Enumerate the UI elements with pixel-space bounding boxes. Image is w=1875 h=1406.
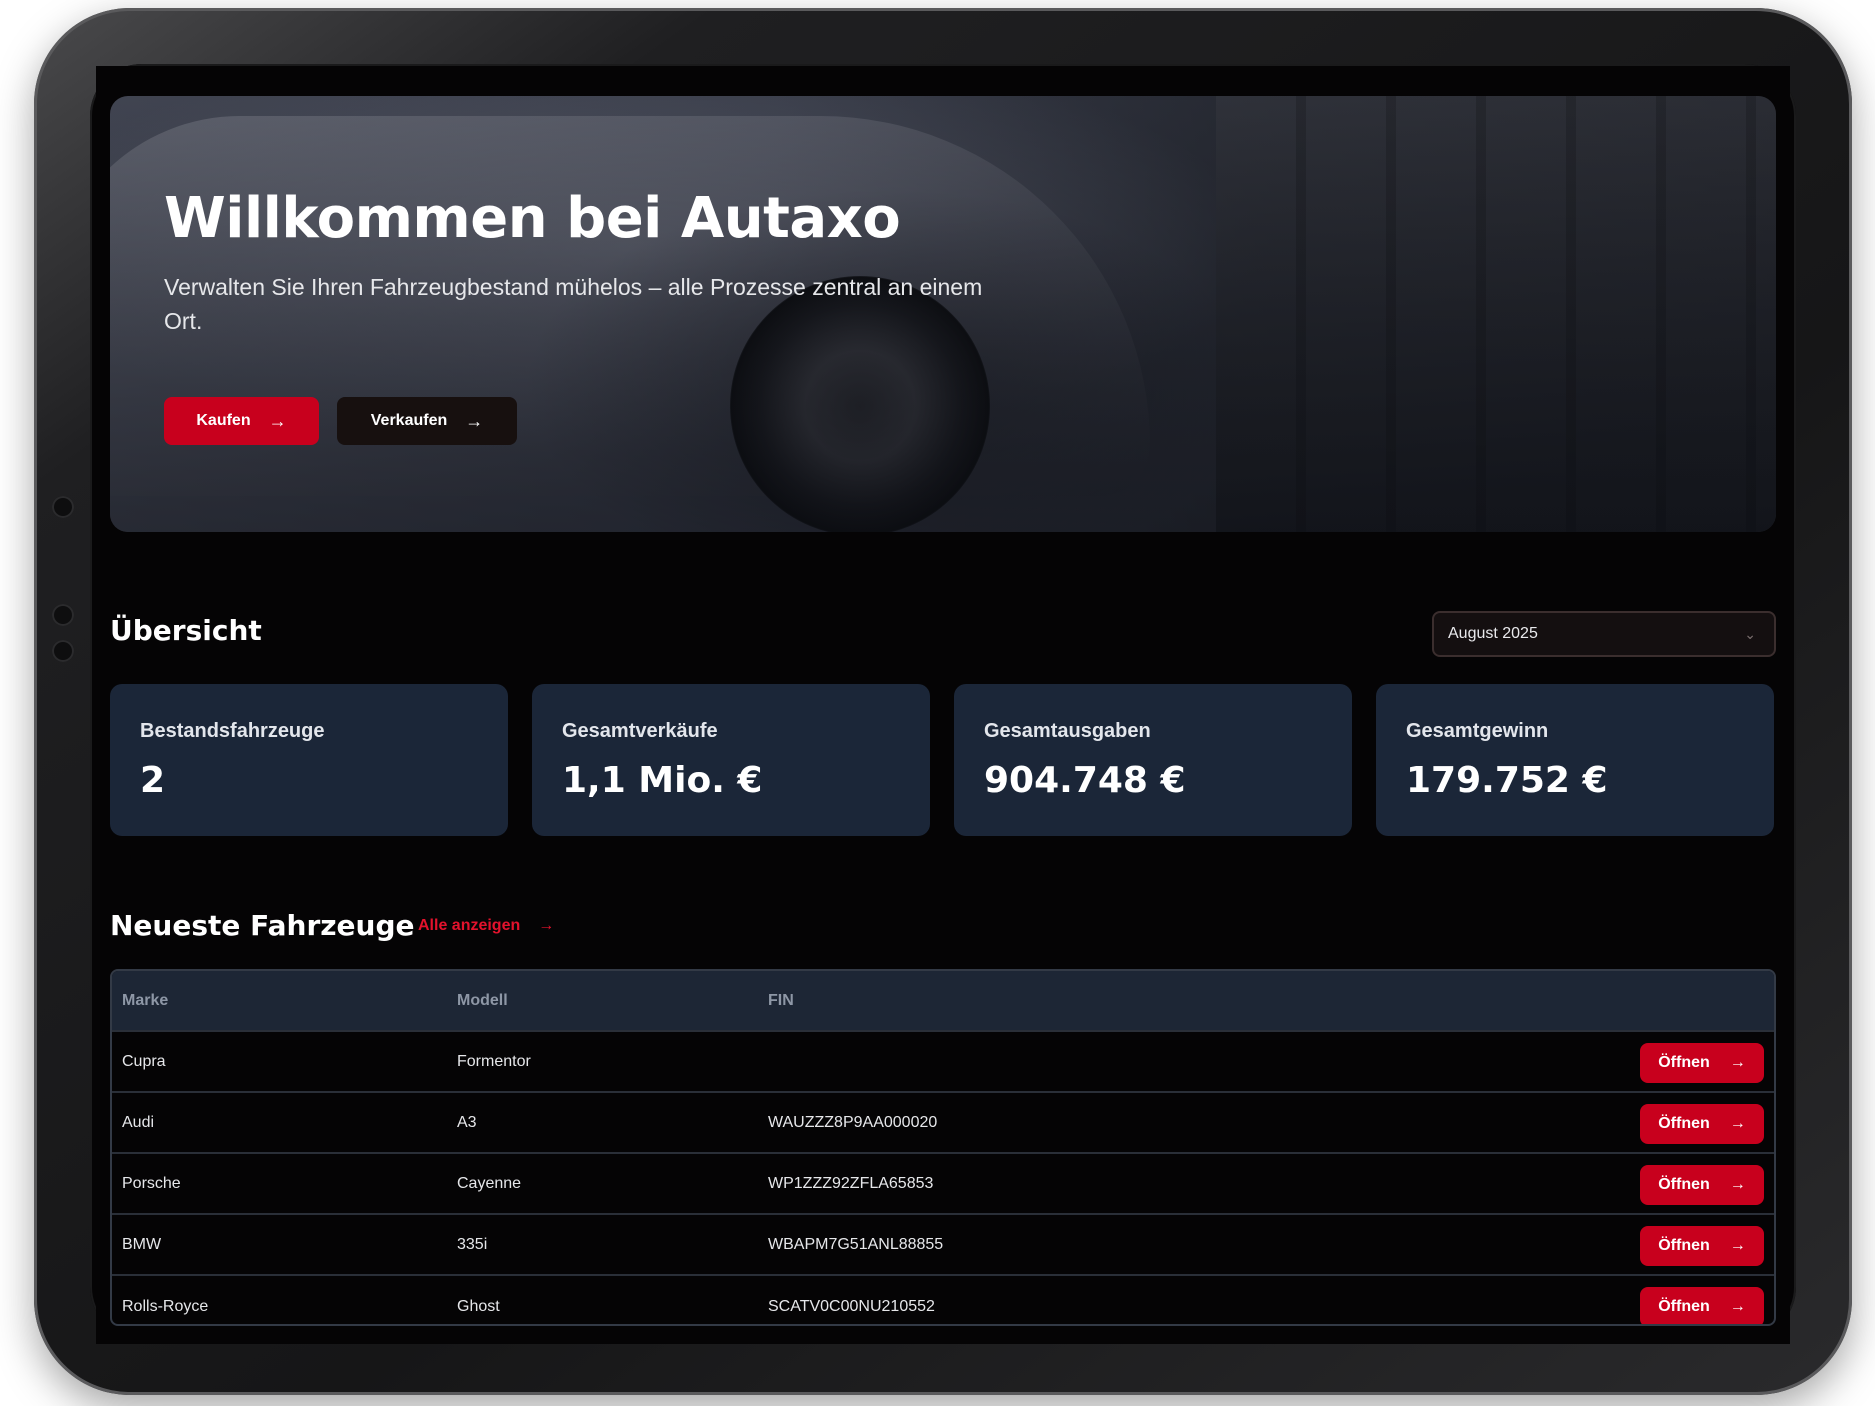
- open-button-label: Öffnen: [1658, 1237, 1710, 1254]
- cell-modell: Ghost: [457, 1297, 500, 1315]
- arrow-right-icon: →: [268, 410, 287, 431]
- stat-card-profit: Gesamtgewinn 179.752 €: [1376, 684, 1774, 836]
- table-row: Porsche Cayenne WP1ZZZ92ZFLA65853 Öffnen…: [112, 1154, 1774, 1215]
- buy-button[interactable]: Kaufen →: [164, 397, 319, 445]
- open-button-label: Öffnen: [1658, 1054, 1710, 1071]
- hero-banner: Willkommen bei Autaxo Verwalten Sie Ihre…: [110, 96, 1776, 532]
- device-side-button: [52, 604, 74, 626]
- sell-button-label: Verkaufen: [370, 412, 448, 429]
- open-button-label: Öffnen: [1658, 1298, 1710, 1315]
- stat-value: 2: [140, 760, 166, 801]
- cell-marke: Rolls-Royce: [122, 1297, 209, 1315]
- column-header-modell: Modell: [457, 991, 508, 1009]
- table-row: BMW 335i WBAPM7G51ANL88855 Öffnen →: [112, 1215, 1774, 1276]
- open-button[interactable]: Öffnen →: [1640, 1165, 1764, 1205]
- buy-button-label: Kaufen: [196, 412, 251, 429]
- column-header-marke: Marke: [122, 991, 169, 1009]
- arrow-right-icon: →: [1729, 1298, 1746, 1315]
- stat-label: Bestandsfahrzeuge: [140, 720, 325, 742]
- open-button[interactable]: Öffnen →: [1640, 1104, 1764, 1144]
- open-button-label: Öffnen: [1658, 1115, 1710, 1132]
- sell-button[interactable]: Verkaufen →: [337, 397, 517, 445]
- latest-vehicles-title: Neueste Fahrzeuge: [110, 909, 415, 942]
- arrow-right-icon: →: [1729, 1054, 1746, 1071]
- vehicles-table: Marke Modell FIN Cupra Formentor Öffnen …: [110, 969, 1776, 1326]
- show-all-label: Alle anzeigen: [418, 917, 521, 934]
- cell-fin: WBAPM7G51ANL88855: [768, 1235, 944, 1253]
- column-header-fin: FIN: [768, 991, 794, 1009]
- arrow-right-icon: →: [1729, 1237, 1746, 1254]
- show-all-link[interactable]: Alle anzeigen →: [418, 917, 554, 935]
- chevron-down-icon: ⌄: [1744, 625, 1756, 642]
- hero-subtitle: Verwalten Sie Ihren Fahrzeugbestand mühe…: [164, 274, 983, 334]
- stat-value: 904.748 €: [984, 760, 1186, 801]
- stat-label: Gesamtgewinn: [1406, 720, 1549, 742]
- month-select[interactable]: August 2025 ⌄: [1432, 611, 1776, 657]
- cell-fin: WP1ZZZ92ZFLA65853: [768, 1174, 934, 1192]
- stat-card-inventory: Bestandsfahrzeuge 2: [110, 684, 508, 836]
- arrow-right-icon: →: [465, 410, 484, 431]
- arrow-right-icon: →: [1729, 1176, 1746, 1193]
- month-select-value: August 2025: [1448, 625, 1538, 642]
- cell-marke: Porsche: [122, 1174, 181, 1192]
- stat-label: Gesamtausgaben: [984, 720, 1151, 742]
- stat-card-sales: Gesamtverkäufe 1,1 Mio. €: [532, 684, 930, 836]
- cell-fin: SCATV0C00NU210552: [768, 1297, 935, 1315]
- open-button[interactable]: Öffnen →: [1640, 1043, 1764, 1083]
- stat-value: 179.752 €: [1406, 760, 1608, 801]
- table-row: Rolls-Royce Ghost SCATV0C00NU210552 Öffn…: [112, 1276, 1774, 1324]
- device-side-button: [52, 496, 74, 518]
- cell-modell: 335i: [457, 1235, 488, 1253]
- open-button[interactable]: Öffnen →: [1640, 1287, 1764, 1324]
- table-row: Audi A3 WAUZZZ8P9AA000020 Öffnen →: [112, 1093, 1774, 1154]
- hero-title: Willkommen bei Autaxo: [164, 186, 901, 251]
- cell-modell: A3: [457, 1113, 477, 1131]
- cell-marke: BMW: [122, 1235, 162, 1253]
- stat-value: 1,1 Mio. €: [562, 760, 763, 801]
- cell-modell: Formentor: [457, 1052, 531, 1070]
- table-header: Marke Modell FIN: [112, 971, 1774, 1032]
- device-side-button: [52, 640, 74, 662]
- stat-card-expenses: Gesamtausgaben 904.748 €: [954, 684, 1352, 836]
- cell-modell: Cayenne: [457, 1174, 522, 1192]
- cell-fin: WAUZZZ8P9AA000020: [768, 1113, 938, 1131]
- cell-marke: Cupra: [122, 1052, 166, 1070]
- stat-label: Gesamtverkäufe: [562, 720, 718, 742]
- open-button[interactable]: Öffnen →: [1640, 1226, 1764, 1266]
- cell-marke: Audi: [122, 1113, 155, 1131]
- app-screen: Willkommen bei Autaxo Verwalten Sie Ihre…: [96, 66, 1790, 1344]
- arrow-right-icon: →: [538, 917, 555, 934]
- overview-title: Übersicht: [110, 614, 262, 647]
- open-button-label: Öffnen: [1658, 1176, 1710, 1193]
- arrow-right-icon: →: [1729, 1115, 1746, 1132]
- table-row: Cupra Formentor Öffnen →: [112, 1032, 1774, 1093]
